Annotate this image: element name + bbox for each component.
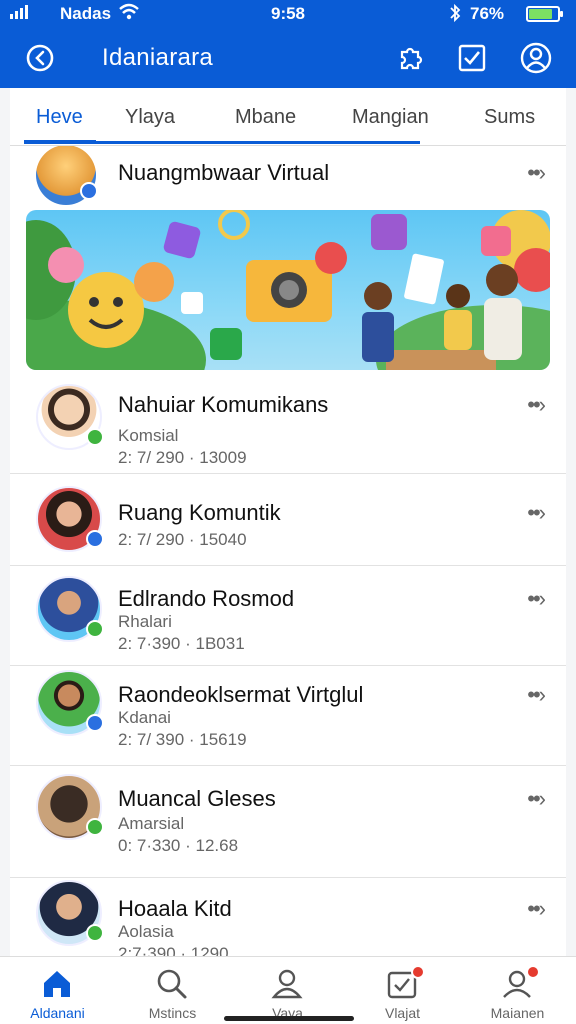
nav-item-home[interactable]: Aldanani	[0, 957, 115, 1024]
notification-badge	[411, 965, 425, 979]
item-name: Ruang Komuntik	[118, 500, 281, 525]
home-indicator	[224, 1016, 354, 1021]
verified-badge-icon	[86, 620, 104, 638]
item-name: Edlrando Rosmod	[118, 586, 295, 611]
nav-item-profile[interactable]: Maianen	[460, 957, 575, 1024]
item-meta: 2: 7/ 290 · 13009	[118, 448, 247, 467]
item-name: Muancal Gleses	[118, 786, 276, 811]
nav-label: Aldanani	[30, 1005, 85, 1021]
list-item[interactable]: Muancal Gleses Amarsial 0: 7·330 · 12.68…	[10, 766, 566, 878]
tab-heve[interactable]: Heve	[36, 106, 83, 129]
tab-indicator	[24, 140, 420, 144]
nav-label: Mstincs	[148, 1005, 197, 1021]
bottom-nav: Aldanani Mstincs Vaya Vlajat Maianen	[0, 956, 576, 1024]
status-bar: Nadas 9:58 76%	[0, 0, 576, 28]
item-meta: 2:7·390 · 1290	[118, 944, 229, 956]
tab-bar: Heve Ylaya Mbane Mangian Sums	[10, 88, 566, 146]
chevron-right-icon[interactable]: ••›	[527, 392, 546, 418]
search-icon	[157, 969, 187, 999]
page-title: Idaniarara	[102, 44, 214, 71]
banner-illustration	[26, 210, 550, 370]
bluetooth-icon	[450, 3, 461, 23]
back-icon[interactable]	[24, 42, 56, 74]
tab-mbane[interactable]: Mbane	[235, 106, 296, 129]
list-item[interactable]: Nahuiar Komumikans Komsial 2: 7/ 290 · 1…	[10, 372, 566, 474]
tab-mangian[interactable]: Mangian	[352, 106, 429, 129]
chevron-right-icon[interactable]: ••›	[527, 786, 546, 812]
item-subtitle: Rhalari	[118, 612, 172, 631]
list-item[interactable]: Ruang Komuntik 2: 7/ 290 · 15040 ••›	[10, 474, 566, 566]
nav-label: Vlajat	[384, 1005, 421, 1021]
app-bar: Idaniarara	[0, 28, 576, 88]
content-list: Nuangmbwaar Virtual ••› Nahuiar Komumika…	[10, 146, 566, 956]
checkbox-icon[interactable]	[454, 40, 490, 76]
nav-item-tasks[interactable]: Vlajat	[345, 957, 460, 1024]
item-name: Nuangmbwaar Virtual	[118, 160, 330, 185]
item-name: Hoaala Kitd	[118, 896, 232, 921]
chevron-right-icon[interactable]: ••›	[527, 682, 546, 708]
verified-badge-icon	[86, 530, 104, 548]
item-name: Raondeoklsermat Virtglul	[118, 682, 364, 707]
item-meta: 2: 7/ 390 · 15619	[118, 730, 247, 749]
item-subtitle: Komsial	[118, 426, 179, 445]
item-subtitle: Kdanai	[118, 708, 171, 727]
verified-badge-icon	[86, 428, 104, 446]
home-icon	[44, 971, 70, 997]
list-item[interactable]: Hoaala Kitd Aolasia 2:7·390 · 1290 ••›	[10, 878, 566, 956]
item-name: Nahuiar Komumikans	[118, 392, 329, 417]
profile-icon[interactable]	[518, 40, 554, 76]
chevron-right-icon[interactable]: ••›	[527, 896, 546, 922]
battery-percent: 76%	[470, 4, 505, 23]
chevron-right-icon[interactable]: ••›	[527, 500, 546, 526]
item-meta: 2: 7·390 · 1B031	[118, 634, 245, 653]
item-subtitle: Aolasia	[118, 922, 174, 941]
notification-badge	[526, 965, 540, 979]
verified-badge-icon	[86, 818, 104, 836]
tab-sums[interactable]: Sums	[484, 106, 535, 129]
item-meta: 0: 7·330 · 12.68	[118, 836, 239, 855]
nav-item-search[interactable]: Mstincs	[115, 957, 230, 1024]
verified-badge-icon	[80, 182, 98, 200]
featured-banner[interactable]	[26, 210, 550, 370]
chevron-right-icon[interactable]: ••›	[527, 160, 546, 186]
featured-item[interactable]: Nuangmbwaar Virtual ••›	[10, 146, 566, 206]
nav-label: Maianen	[490, 1005, 545, 1021]
puzzle-icon[interactable]	[392, 40, 428, 76]
item-subtitle: Amarsial	[118, 814, 185, 833]
person-icon	[271, 969, 303, 999]
tab-ylaya[interactable]: Ylaya	[125, 106, 175, 129]
item-meta: 2: 7/ 290 · 15040	[118, 530, 247, 549]
nav-item-person[interactable]: Vaya	[230, 957, 345, 1024]
battery-icon	[526, 6, 563, 22]
list-item[interactable]: Raondeoklsermat Virtglul Kdanai 2: 7/ 39…	[10, 666, 566, 766]
chevron-right-icon[interactable]: ••›	[527, 586, 546, 612]
verified-badge-icon	[86, 924, 104, 942]
list-item[interactable]: Edlrando Rosmod Rhalari 2: 7·390 · 1B031…	[10, 566, 566, 666]
verified-badge-icon	[86, 714, 104, 732]
